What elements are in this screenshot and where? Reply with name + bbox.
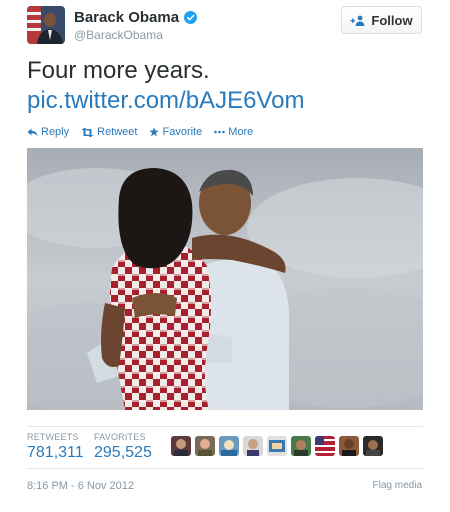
tweet-photo[interactable] xyxy=(27,148,423,410)
tweet-actions: Reply Retweet Favorite More xyxy=(27,126,253,138)
stats-top-divider xyxy=(27,426,423,427)
tweet-timestamp[interactable]: 8:16 PM - 6 Nov 2012 xyxy=(27,480,134,492)
tweet-text: Four more years. xyxy=(27,57,210,84)
tweet-card: Barack Obama @BarackObama Follow Four mo… xyxy=(0,0,450,512)
favoriter-avatar[interactable] xyxy=(315,436,335,456)
favoriter-avatar[interactable] xyxy=(267,436,287,456)
favoriter-avatar[interactable] xyxy=(219,436,239,456)
reply-label: Reply xyxy=(41,126,70,138)
avatar[interactable] xyxy=(27,6,65,44)
favoriter-avatar[interactable] xyxy=(363,436,383,456)
retweet-action[interactable]: Retweet xyxy=(81,126,137,138)
author-handle[interactable]: @BarackObama xyxy=(74,28,163,42)
more-action[interactable]: More xyxy=(214,126,253,138)
retweet-icon xyxy=(81,127,94,137)
favoriter-avatar[interactable] xyxy=(339,436,359,456)
retweets-label: RETWEETS xyxy=(27,432,79,442)
favoriters-avatars xyxy=(171,436,383,456)
star-icon xyxy=(149,127,160,137)
retweet-label: Retweet xyxy=(97,126,138,138)
stats-bottom-divider xyxy=(27,468,423,469)
tweet-media-link[interactable]: pic.twitter.com/bAJE6Vom xyxy=(27,86,304,116)
verified-badge-icon xyxy=(184,11,198,24)
retweets-count: 781,311 xyxy=(27,444,84,461)
favorite-action[interactable]: Favorite xyxy=(149,126,202,138)
more-label: More xyxy=(228,126,254,138)
favoriter-avatar[interactable] xyxy=(291,436,311,456)
follow-button[interactable]: Follow xyxy=(341,6,422,34)
favoriter-avatar[interactable] xyxy=(243,436,263,456)
retweets-stat[interactable]: RETWEETS 781,311 xyxy=(27,432,84,462)
follow-user-icon xyxy=(350,15,365,26)
follow-button-label: Follow xyxy=(371,12,413,28)
flag-media-link[interactable]: Flag media xyxy=(373,480,422,491)
favorite-label: Favorite xyxy=(162,126,203,138)
author-name[interactable]: Barack Obama xyxy=(74,9,179,26)
reply-action[interactable]: Reply xyxy=(27,126,69,138)
favorites-label: FAVORITES xyxy=(94,432,146,442)
reply-icon xyxy=(27,128,38,136)
favorites-stat[interactable]: FAVORITES 295,525 xyxy=(94,432,152,462)
more-icon xyxy=(214,130,226,134)
favoriter-avatar[interactable] xyxy=(195,436,215,456)
favorites-count: 295,525 xyxy=(94,444,152,461)
favoriter-avatar[interactable] xyxy=(171,436,191,456)
author-name-row: Barack Obama xyxy=(74,9,198,26)
